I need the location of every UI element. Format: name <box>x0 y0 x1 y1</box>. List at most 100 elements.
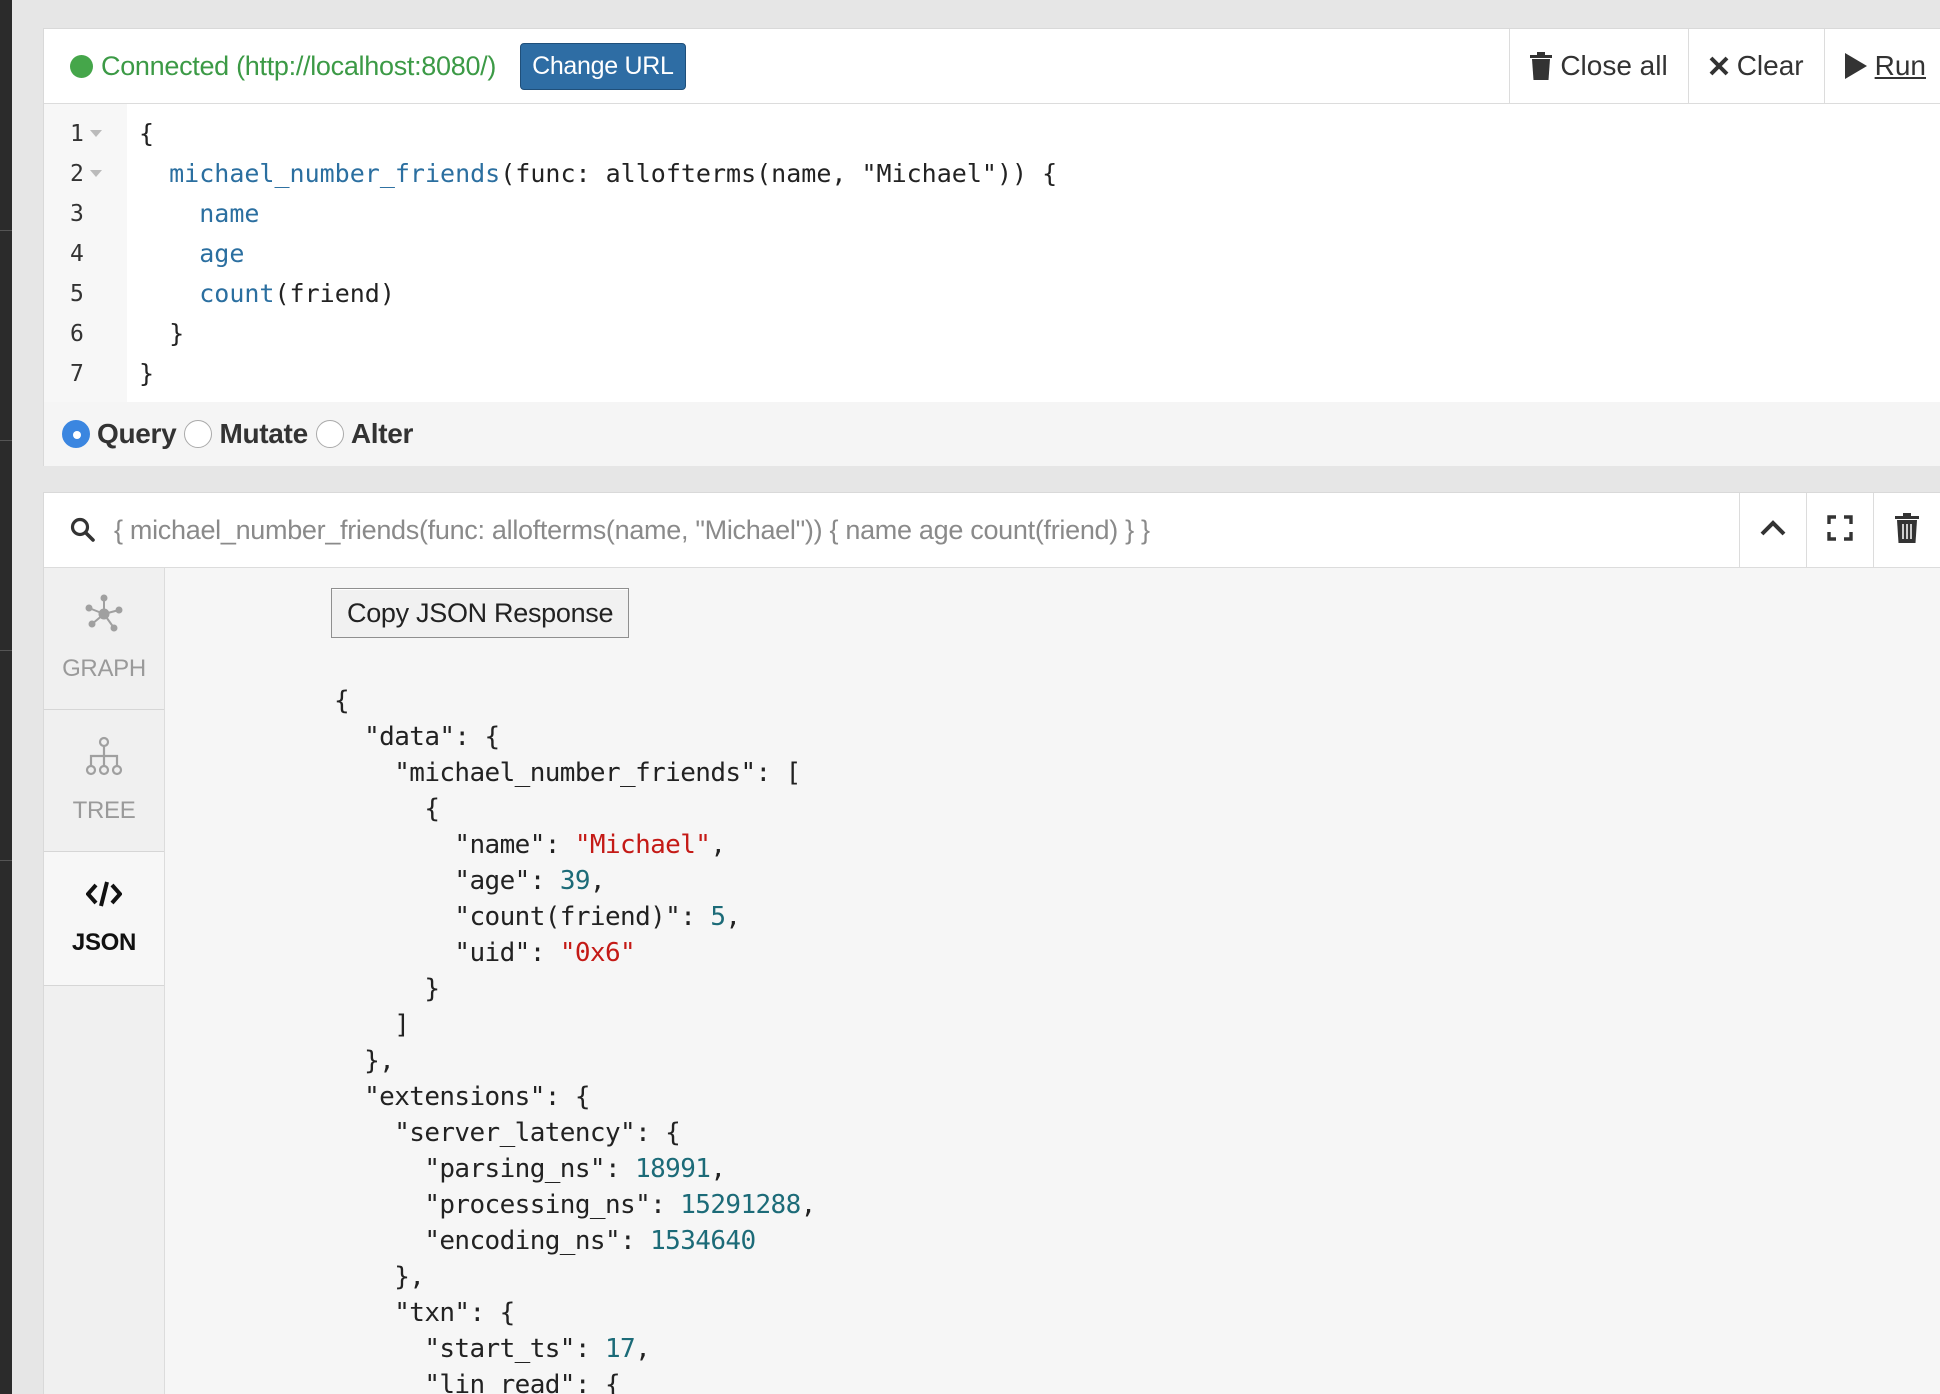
json-text: "name": <box>334 830 575 860</box>
tab-tree-label: TREE <box>72 797 136 824</box>
json-view: Copy JSON Response { "data": { "michael_… <box>166 568 1940 1394</box>
alter-radio[interactable]: Alter <box>315 418 413 450</box>
fold-arrow-icon[interactable] <box>90 130 102 137</box>
close-all-button[interactable]: Close all <box>1509 29 1688 103</box>
copy-json-button[interactable]: Copy JSON Response <box>331 588 630 638</box>
json-line: }, <box>334 1259 816 1295</box>
collapse-button[interactable] <box>1739 493 1806 567</box>
chevron-up-icon <box>1759 519 1787 542</box>
radio-selected-icon <box>62 420 90 448</box>
json-line: "extensions": { <box>334 1079 816 1115</box>
query-radio[interactable]: Query <box>62 418 177 450</box>
code-lines[interactable]: { michael_number_friends(func: allofterm… <box>127 104 1057 402</box>
editor-actions: Close all Clear Run <box>1509 29 1940 103</box>
code-text: (func: allofterms(name, "Michael")) { <box>500 159 1058 188</box>
strip-divider <box>0 440 12 441</box>
json-line: } <box>334 971 816 1007</box>
json-text: "uid": <box>334 938 560 968</box>
json-number: 1534640 <box>650 1226 756 1256</box>
json-string: "0x6" <box>559 938 636 968</box>
code-line: age <box>139 234 1057 274</box>
result-actions <box>1739 493 1940 567</box>
line-number: 6 <box>70 321 84 347</box>
mutate-radio-label: Mutate <box>219 418 308 449</box>
result-query-summary: { michael_number_friends(func: allofterm… <box>114 514 1150 545</box>
code-text: (friend) <box>274 279 395 308</box>
json-number: 39 <box>559 866 591 896</box>
json-string: "Michael" <box>574 830 711 860</box>
connection-status-text: Connected (http://localhost:8080/) <box>101 50 497 81</box>
result-view-tabs: GRAPH TREE JSON <box>44 568 165 1394</box>
json-text: "age": <box>334 866 560 896</box>
json-number: 18991 <box>635 1154 711 1184</box>
strip-divider <box>0 650 12 651</box>
request-type-selector: Query Mutate Alter <box>44 402 1940 466</box>
radio-empty-icon <box>315 420 344 448</box>
json-line: "txn": { <box>334 1295 816 1331</box>
json-text: { <box>334 794 440 824</box>
fullscreen-button[interactable] <box>1806 493 1873 567</box>
strip-divider <box>0 860 12 861</box>
json-line: "lin_read": { <box>334 1367 816 1394</box>
json-text: , <box>710 830 726 860</box>
code-keyword: michael_number_friends <box>169 159 501 188</box>
json-line: "uid": "0x6" <box>334 935 816 971</box>
tab-json[interactable]: JSON <box>44 852 164 986</box>
mutate-radio[interactable]: Mutate <box>184 418 308 450</box>
run-button[interactable]: Run <box>1823 29 1940 103</box>
play-icon <box>1844 53 1867 79</box>
json-text: "server_latency": { <box>334 1118 681 1148</box>
strip-divider <box>0 230 12 231</box>
result-header: { michael_number_friends(func: allofterm… <box>44 493 1940 568</box>
json-number: 5 <box>710 902 726 932</box>
json-line: { <box>334 791 816 827</box>
tab-json-label: JSON <box>71 929 137 956</box>
graph-icon <box>84 594 124 641</box>
code-editor[interactable]: 12 3 4 5 6 7 { michael_number_friends(func: a… <box>44 104 1940 402</box>
fold-arrow-icon[interactable] <box>90 170 102 177</box>
json-line: "data": { <box>334 719 816 755</box>
json-text: "extensions": { <box>334 1082 590 1112</box>
search-icon <box>70 517 96 543</box>
json-text: }, <box>334 1262 425 1292</box>
json-line: "michael_number_friends": [ <box>334 755 816 791</box>
result-body: GRAPH TREE JSON Copy JSON Response {"da… <box>44 568 1940 1394</box>
json-number: 17 <box>604 1334 636 1364</box>
trash-icon <box>1530 52 1553 80</box>
json-text: , <box>589 866 606 896</box>
line-number: 7 <box>70 361 84 387</box>
code-line: count(friend) <box>139 274 1057 314</box>
trash-icon <box>1895 512 1919 548</box>
json-text: "data": { <box>334 722 500 752</box>
delete-result-button[interactable] <box>1873 493 1940 567</box>
line-number-gutter: 12 3 4 5 6 7 <box>44 104 127 402</box>
json-line: "encoding_ns": 1534640 <box>334 1223 816 1259</box>
clear-button[interactable]: Clear <box>1687 29 1824 103</box>
code-line: } <box>139 354 1057 394</box>
connected-dot-icon <box>70 54 93 78</box>
tab-tree[interactable]: TREE <box>44 710 164 852</box>
json-line: "processing_ns": 15291288, <box>334 1187 816 1223</box>
code-text: { <box>139 119 155 148</box>
close-all-label: Close all <box>1560 50 1668 81</box>
json-text: , <box>710 1154 726 1184</box>
json-line: "count(friend)": 5, <box>334 899 816 935</box>
close-icon <box>1709 56 1729 76</box>
tab-graph[interactable]: GRAPH <box>44 568 164 710</box>
code-keyword: name <box>199 199 260 228</box>
query-editor-panel: Connected (http://localhost:8080/) Chang… <box>43 28 1940 466</box>
json-line: ] <box>334 1007 816 1043</box>
json-text: "parsing_ns": <box>334 1154 636 1184</box>
connection-status: Connected (http://localhost:8080/) <box>70 51 496 82</box>
code-line: } <box>139 314 1057 354</box>
json-line: "age": 39, <box>334 863 816 899</box>
json-line: "server_latency": { <box>334 1115 816 1151</box>
result-panel: { michael_number_friends(func: allofterm… <box>43 492 1940 1394</box>
clear-label: Clear <box>1736 50 1804 81</box>
change-url-button[interactable]: Change URL <box>520 42 686 90</box>
json-number: 15291288 <box>680 1190 801 1220</box>
json-text: } <box>334 974 440 1004</box>
run-label: Run <box>1874 50 1926 81</box>
radio-empty-icon <box>184 420 213 448</box>
json-text: , <box>725 902 741 932</box>
